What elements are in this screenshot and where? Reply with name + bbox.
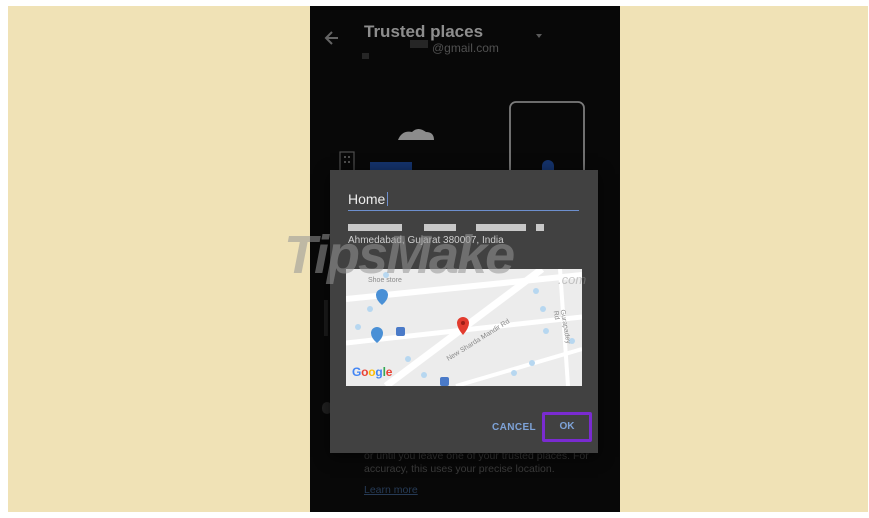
place-name-value: Home (348, 191, 386, 207)
address-redacted (536, 224, 544, 231)
place-name-input[interactable]: Home (348, 190, 579, 211)
google-logo: Google (352, 365, 393, 379)
cancel-button[interactable]: CANCEL (492, 422, 536, 433)
watermark: TipsMake (284, 225, 515, 285)
ok-button[interactable]: OK (542, 412, 592, 442)
watermark-suffix: .com (558, 272, 587, 287)
place-map[interactable]: Shoe store New Sharda Mandir Rd Gurapade… (346, 269, 582, 386)
edit-place-dialog: Home Ahmedabad, Gujarat 380007, India Sh… (330, 170, 598, 453)
text-caret (387, 192, 389, 206)
